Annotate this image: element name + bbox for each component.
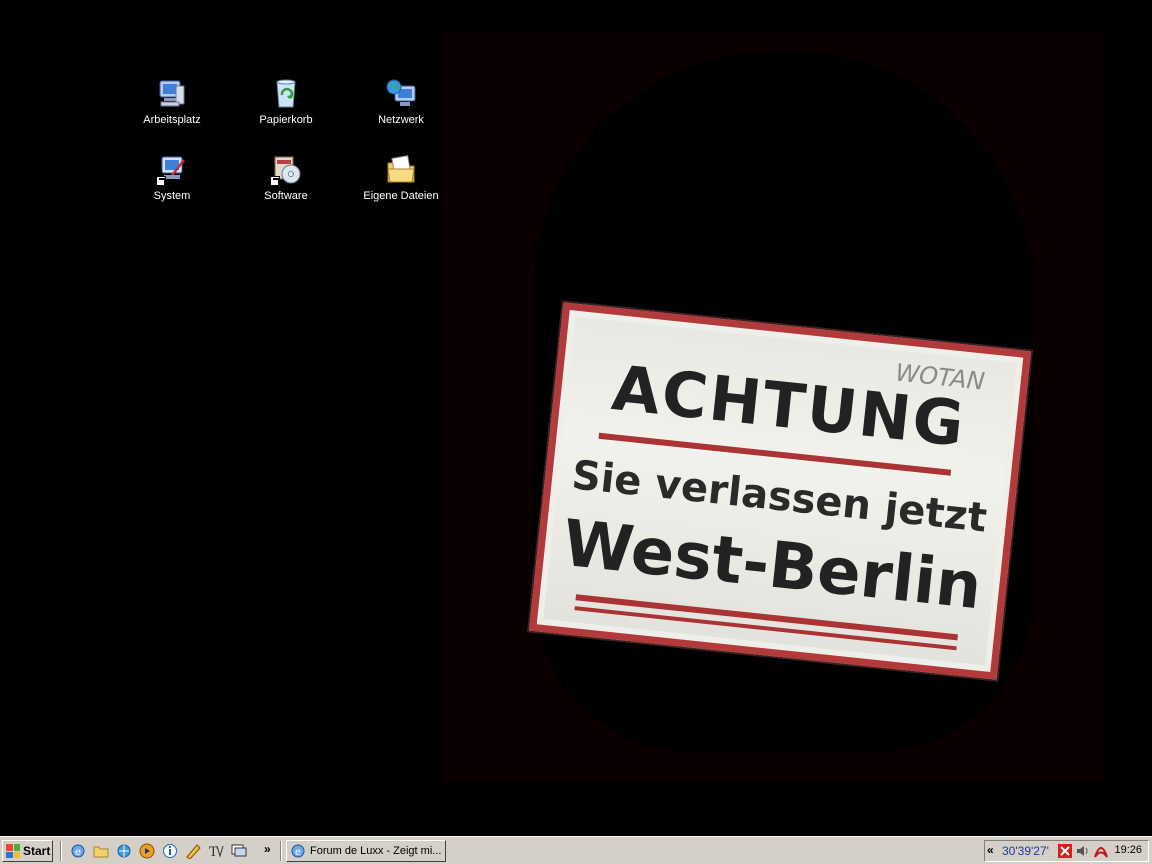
svg-text:e: e <box>75 847 81 858</box>
recycle-bin-icon <box>270 78 302 110</box>
svg-text:e: e <box>295 847 301 858</box>
ie-icon: e <box>290 843 306 859</box>
system-tray: « 30'39'27' 19:26 <box>984 840 1149 862</box>
ie-icon[interactable]: e <box>70 843 86 859</box>
taskbar-separator <box>280 841 282 861</box>
wallpaper-sign: WOTAN ACHTUNG Sie verlassen jetzt West-B… <box>529 302 1031 680</box>
taskbar-window-button[interactable]: e Forum de Luxx - Zeigt mi... <box>286 840 446 862</box>
pencil-icon[interactable] <box>185 843 201 860</box>
browser-icon[interactable] <box>116 843 132 859</box>
shortcut-arrow-icon <box>156 176 166 186</box>
desktop-icon-software[interactable]: Software <box>238 154 334 203</box>
desktop-icon-label: System <box>153 190 191 202</box>
svg-text:T: T <box>209 845 218 859</box>
volume-icon[interactable] <box>1075 843 1091 859</box>
desktop-icon-system[interactable]: System <box>124 154 220 203</box>
start-label: Start <box>23 844 51 858</box>
start-button[interactable]: Start <box>2 840 53 862</box>
desktop-icon-label: Software <box>264 190 308 202</box>
network-icon <box>385 78 417 110</box>
windows-logo-icon <box>6 844 20 858</box>
acrobat-icon[interactable] <box>1093 843 1109 859</box>
taskbar-window-label: Forum de Luxx - Zeigt mi... <box>310 845 442 857</box>
media-player-icon[interactable] <box>139 843 155 859</box>
clock[interactable]: 19:26 <box>1114 844 1142 856</box>
quicklaunch-overflow-button[interactable]: » <box>264 842 271 856</box>
tray-coords-readout[interactable]: 30'39'27' <box>1002 844 1049 858</box>
sign-face: WOTAN ACHTUNG Sie verlassen jetzt West-B… <box>543 316 1017 666</box>
tray-expand-button[interactable]: « <box>987 843 994 857</box>
monitor-icon[interactable] <box>231 843 247 859</box>
taskbar-separator <box>60 841 62 861</box>
folder-icon[interactable] <box>93 843 109 859</box>
desktop-icon-netzwerk[interactable]: Netzwerk <box>353 78 449 127</box>
taskbar: Start e T » e Forum de Luxx - Zeigt mi..… <box>0 836 1152 864</box>
desktop-icon-label: Arbeitsplatz <box>143 114 201 126</box>
desktop-icon-label: Eigene Dateien <box>363 190 439 202</box>
font-tool-icon[interactable]: T <box>208 843 224 860</box>
desktop: WOTAN ACHTUNG Sie verlassen jetzt West-B… <box>0 0 1152 836</box>
desktop-icon-label: Papierkorb <box>259 114 313 126</box>
shortcut-arrow-icon <box>270 176 280 186</box>
desktop-icon-label: Netzwerk <box>378 114 424 126</box>
my-documents-icon <box>385 154 417 186</box>
software-icon <box>270 154 302 186</box>
antivirus-icon[interactable] <box>1057 843 1073 859</box>
desktop-icon-eigene-dateien[interactable]: Eigene Dateien <box>353 154 449 203</box>
desktop-icon-papierkorb[interactable]: Papierkorb <box>238 78 334 127</box>
desktop-icon-arbeitsplatz[interactable]: Arbeitsplatz <box>124 78 220 127</box>
info-icon[interactable] <box>162 843 178 859</box>
system-icon <box>156 154 188 186</box>
computer-icon <box>156 78 188 110</box>
